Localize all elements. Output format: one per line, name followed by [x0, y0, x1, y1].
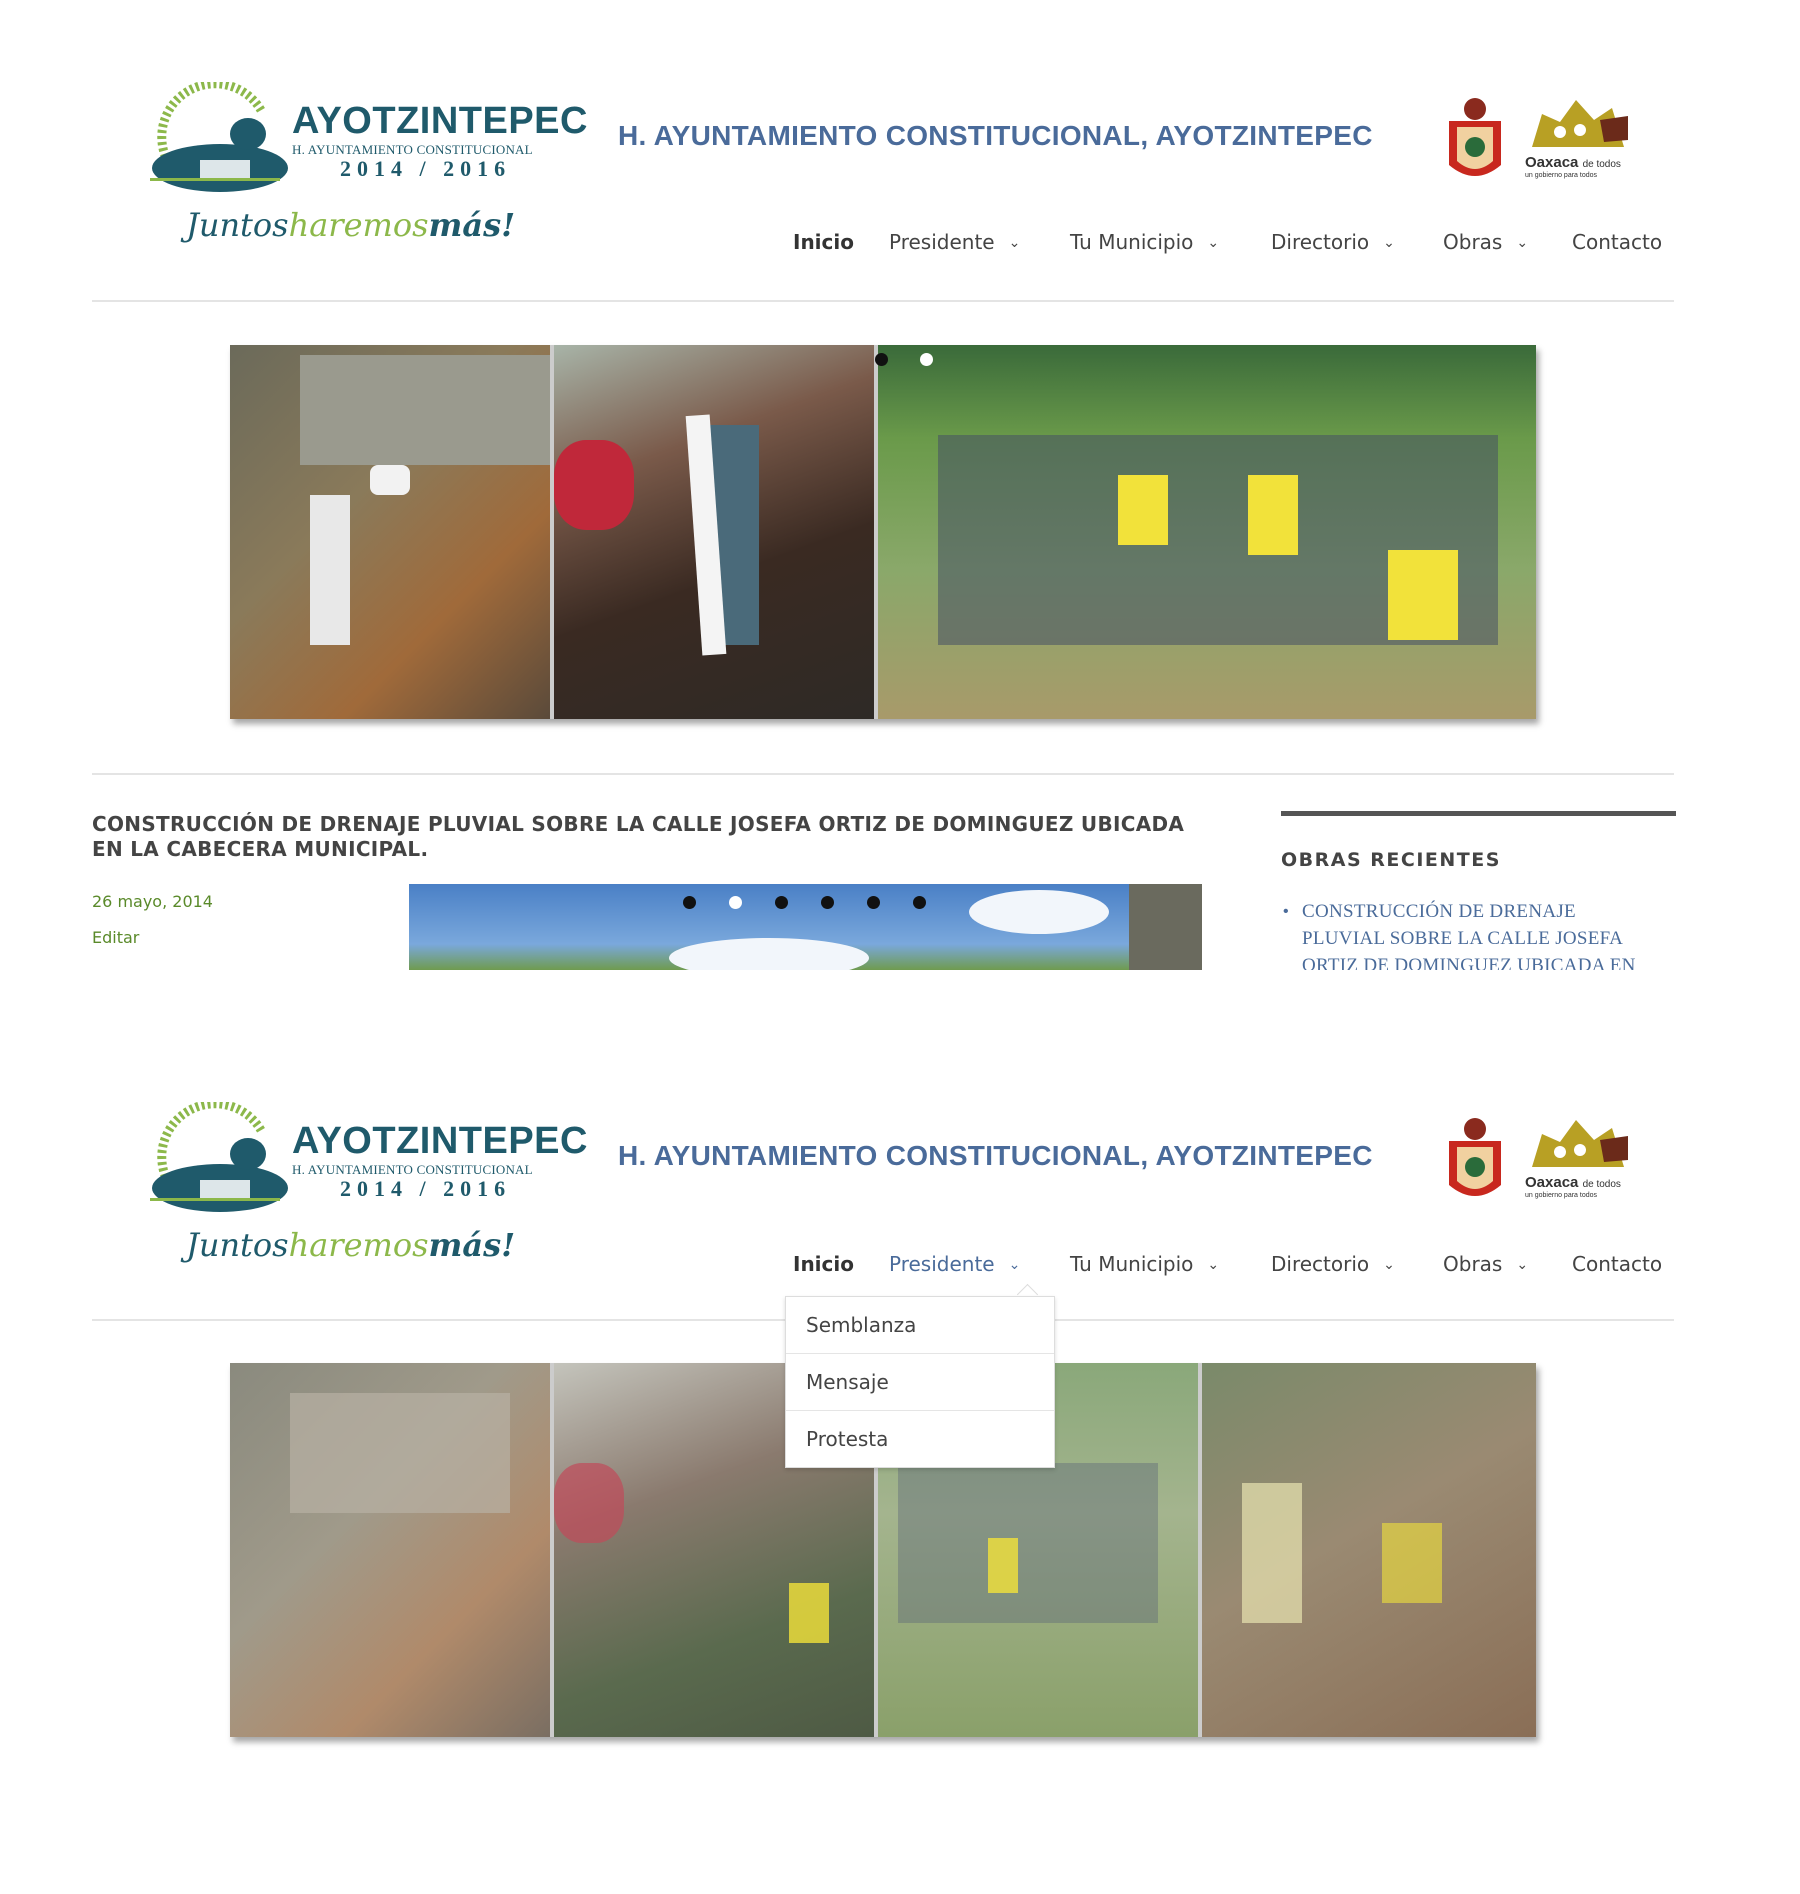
oaxaca-seal-icon: [1443, 95, 1507, 185]
chevron-down-icon: ⌄: [1207, 1257, 1220, 1273]
main-nav: Inicio Presidente ⌄ Tu Municipio ⌄ Directo…: [0, 1252, 1800, 1282]
nav-item-directorio[interactable]: Directorio ⌄: [1271, 1252, 1395, 1276]
header-divider: [92, 300, 1674, 302]
gallery-dot-4[interactable]: [821, 896, 834, 909]
logo-years: 2014 / 2016: [340, 1176, 512, 1201]
slider-dot-1[interactable]: [875, 353, 888, 366]
nav-item-contacto[interactable]: Contacto: [1572, 230, 1662, 254]
nav-item-inicio[interactable]: Inicio: [793, 230, 854, 254]
screenshot-dropdown-open: AYOTZINTEPEC H. AYUNTAMIENTO CONSTITUCIO…: [0, 1020, 1800, 1894]
nav-item-obras[interactable]: Obras ⌄: [1443, 1252, 1528, 1276]
image-slider[interactable]: [230, 345, 1536, 719]
bullet-icon: •: [1283, 903, 1289, 920]
oaxaca-de-todos-logo: Oaxaca de todos un gobierno para todos: [1520, 92, 1632, 184]
slide-photo-drainage: [554, 345, 874, 719]
chevron-down-icon: ⌄: [1008, 1257, 1021, 1273]
gallery-dot-5[interactable]: [867, 896, 880, 909]
gallery-dot-3[interactable]: [775, 896, 788, 909]
sidebar-item-link[interactable]: CONSTRUCCIÓN DE DRENAJE PLUVIAL SOBRE LA…: [1302, 898, 1662, 970]
slide-photo-construction: [230, 345, 550, 719]
slide-photo-workers: [1202, 1363, 1536, 1737]
oaxaca-seal-icon: [1443, 1115, 1507, 1205]
dropdown-item-mensaje[interactable]: Mensaje: [786, 1354, 1054, 1411]
site-title: H. AYUNTAMIENTO CONSTITUCIONAL, AYOTZINT…: [618, 120, 1373, 151]
turtle-logo-icon: [150, 82, 288, 192]
logo-name: AYOTZINTEPEC: [292, 1120, 588, 1162]
nav-item-obras[interactable]: Obras ⌄: [1443, 230, 1528, 254]
post-title[interactable]: CONSTRUCCIÓN DE DRENAJE PLUVIAL SOBRE LA…: [92, 812, 1192, 862]
state-logo-tagline: un gobierno para todos: [1525, 1192, 1597, 1199]
state-logo-tagline: un gobierno para todos: [1525, 172, 1597, 179]
screenshot-homepage: AYOTZINTEPEC H. AYUNTAMIENTO CONSTITUCIO…: [0, 0, 1800, 980]
nav-item-presidente[interactable]: Presidente ⌄: [889, 1252, 1020, 1276]
oaxaca-de-todos-logo: Oaxaca de todos un gobierno para todos: [1520, 1112, 1632, 1204]
post-gallery[interactable]: [409, 884, 1202, 970]
chevron-down-icon: ⌄: [1383, 235, 1395, 251]
nav-item-directorio[interactable]: Directorio ⌄: [1271, 230, 1395, 254]
presidente-dropdown-menu: Semblanza Mensaje Protesta: [785, 1296, 1055, 1468]
nav-item-contacto[interactable]: Contacto: [1572, 1252, 1662, 1276]
gallery-dot-1[interactable]: [683, 896, 696, 909]
dropdown-item-semblanza[interactable]: Semblanza: [786, 1297, 1054, 1354]
sidebar-accent-bar: [1281, 811, 1676, 816]
nav-item-presidente[interactable]: Presidente ⌄: [889, 230, 1020, 254]
chevron-down-icon: ⌄: [1207, 235, 1220, 251]
sidebar-list: • CONSTRUCCIÓN DE DRENAJE PLUVIAL SOBRE …: [1281, 898, 1676, 970]
main-nav: Inicio Presidente ⌄ Tu Municipio ⌄ Directo…: [0, 230, 1800, 260]
gallery-dot-2[interactable]: [729, 896, 742, 909]
chevron-down-icon: ⌄: [1383, 1257, 1395, 1273]
turtle-logo-icon: [150, 1102, 288, 1212]
post-edit-link[interactable]: Editar: [92, 928, 139, 947]
dropdown-item-protesta[interactable]: Protesta: [786, 1411, 1054, 1467]
chevron-down-icon: ⌄: [1516, 1257, 1529, 1273]
sidebar-title: OBRAS RECIENTES: [1281, 849, 1501, 871]
slide-photo-groundbreaking: [878, 345, 1536, 719]
chevron-down-icon: ⌄: [1008, 235, 1021, 251]
gallery-dot-6[interactable]: [913, 896, 926, 909]
content-divider: [92, 773, 1674, 775]
logo-years: 2014 / 2016: [340, 156, 512, 181]
logo-name: AYOTZINTEPEC: [292, 100, 588, 142]
slider-dot-2[interactable]: [920, 353, 933, 366]
nav-item-tu-municipio[interactable]: Tu Municipio ⌄: [1070, 1252, 1219, 1276]
state-logo-name: Oaxaca de todos: [1525, 154, 1621, 171]
state-logo-name: Oaxaca de todos: [1525, 1174, 1621, 1191]
slide-photo-construction: [230, 1363, 550, 1737]
post-date[interactable]: 26 mayo, 2014: [92, 892, 213, 911]
chevron-down-icon: ⌄: [1516, 235, 1529, 251]
nav-item-tu-municipio[interactable]: Tu Municipio ⌄: [1070, 230, 1219, 254]
site-title: H. AYUNTAMIENTO CONSTITUCIONAL, AYOTZINT…: [618, 1140, 1373, 1171]
nav-item-inicio[interactable]: Inicio: [793, 1252, 854, 1276]
